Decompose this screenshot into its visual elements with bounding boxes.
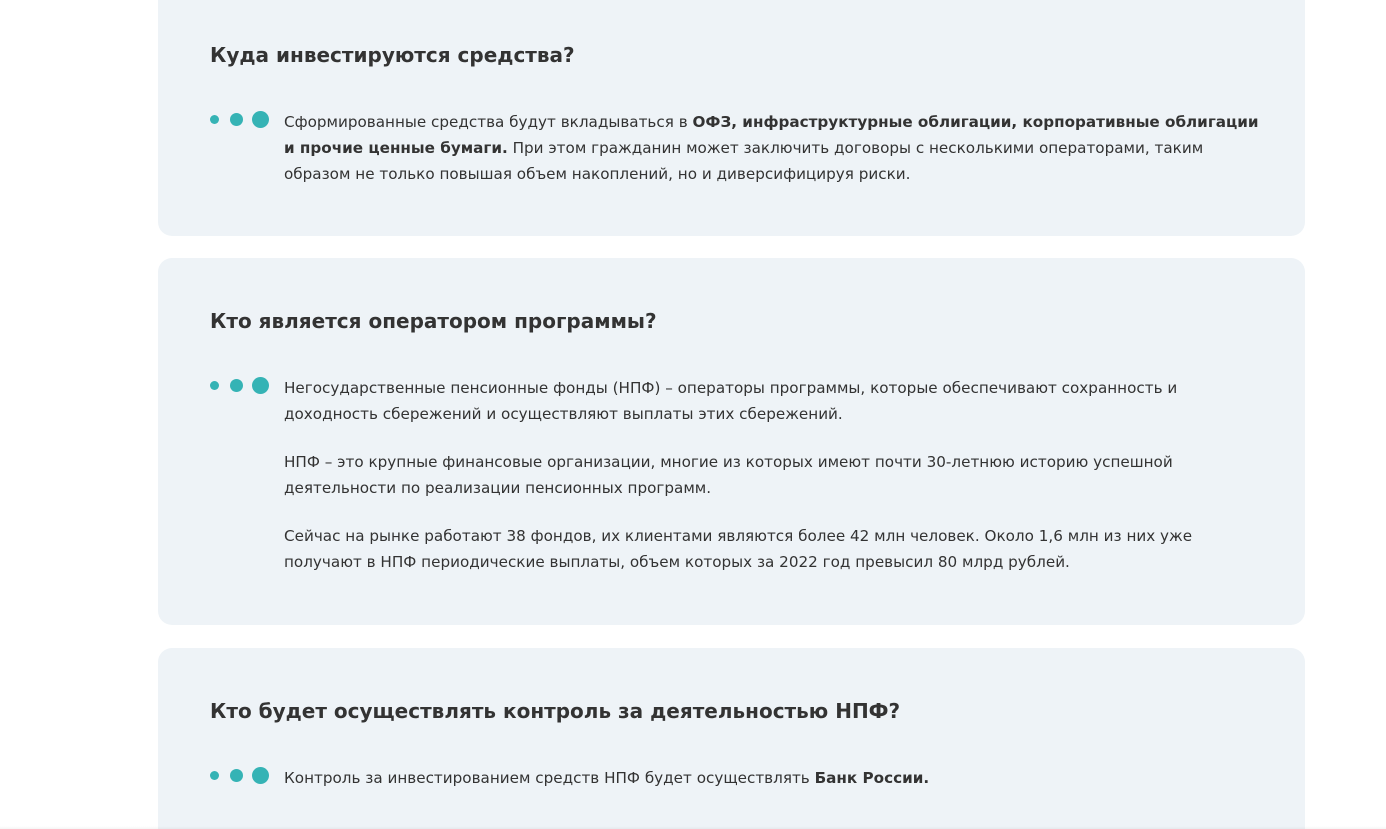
faq-card-control: Кто будет осуществлять контроль за деяте… bbox=[158, 648, 1305, 829]
answer-text: Сейчас на рынке работают 38 фондов, их к… bbox=[284, 527, 1193, 571]
dot-large-icon bbox=[252, 111, 269, 128]
faq-answer: Контроль за инвестированием средств НПФ … bbox=[284, 765, 1264, 791]
three-dots-icon bbox=[210, 111, 270, 129]
dot-medium-icon bbox=[230, 379, 243, 392]
answer-text: НПФ – это крупные финансовые организации… bbox=[284, 453, 1173, 497]
page: Куда инвестируются средства? Сформирован… bbox=[0, 0, 1386, 829]
three-dots-icon bbox=[210, 767, 270, 785]
faq-card-investments: Куда инвестируются средства? Сформирован… bbox=[158, 0, 1305, 236]
faq-answer: Негосударственные пенсионные фонды (НПФ)… bbox=[284, 375, 1264, 575]
faq-answer-paragraph: Контроль за инвестированием средств НПФ … bbox=[284, 765, 1264, 791]
answer-text: Негосударственные пенсионные фонды (НПФ)… bbox=[284, 379, 1178, 423]
dot-small-icon bbox=[210, 381, 219, 390]
faq-answer-paragraph: Сформированные средства будут вкладывать… bbox=[284, 109, 1264, 187]
faq-answer: Сформированные средства будут вкладывать… bbox=[284, 109, 1264, 187]
three-dots-icon bbox=[210, 377, 270, 395]
answer-text: Контроль за инвестированием средств НПФ … bbox=[284, 769, 815, 787]
dot-large-icon bbox=[252, 767, 269, 784]
dot-medium-icon bbox=[230, 769, 243, 782]
dot-small-icon bbox=[210, 115, 219, 124]
faq-answer-paragraph: Негосударственные пенсионные фонды (НПФ)… bbox=[284, 375, 1264, 427]
faq-question: Кто является оператором программы? bbox=[210, 309, 657, 333]
faq-card-operator: Кто является оператором программы? Негос… bbox=[158, 258, 1305, 625]
dot-small-icon bbox=[210, 771, 219, 780]
faq-question: Кто будет осуществлять контроль за деяте… bbox=[210, 699, 901, 723]
dot-medium-icon bbox=[230, 113, 243, 126]
faq-answer-paragraph: НПФ – это крупные финансовые организации… bbox=[284, 449, 1264, 501]
answer-text: Сформированные средства будут вкладывать… bbox=[284, 113, 693, 131]
answer-text-bold: Банк России. bbox=[814, 769, 930, 787]
dot-large-icon bbox=[252, 377, 269, 394]
faq-answer-paragraph: Сейчас на рынке работают 38 фондов, их к… bbox=[284, 523, 1264, 575]
faq-question: Куда инвестируются средства? bbox=[210, 43, 575, 67]
